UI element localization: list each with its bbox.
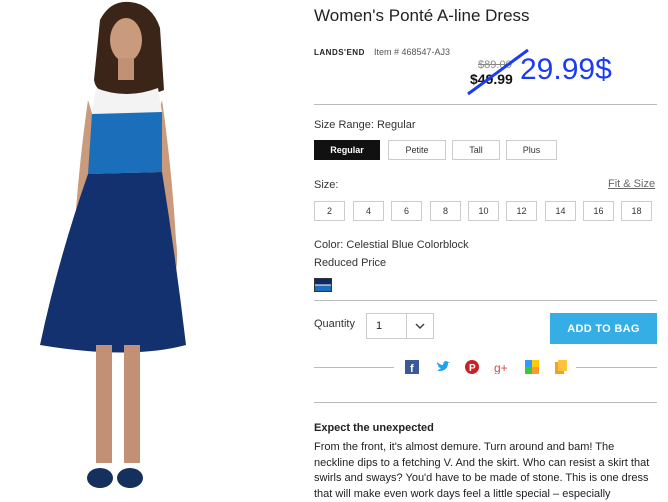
svg-text:P: P	[469, 363, 476, 374]
facebook-icon[interactable]: f	[405, 360, 419, 374]
svg-text:f: f	[410, 363, 414, 374]
twitter-icon[interactable]	[436, 360, 450, 374]
description-text: From the front, it's almost demure. Turn…	[314, 441, 650, 500]
item-number: Item # 468547-AJ3	[374, 47, 451, 57]
size-18-button[interactable]: 18	[621, 201, 652, 221]
size-range-petite-button[interactable]: Petite	[388, 140, 446, 160]
size-14-button[interactable]: 14	[545, 201, 576, 221]
brand-logo: LANDS'END	[314, 48, 365, 57]
divider	[314, 104, 657, 105]
color-label: Color: Celestial Blue Colorblock	[314, 239, 469, 251]
size-4-button[interactable]: 4	[353, 201, 384, 221]
svg-text:g+: g+	[494, 361, 508, 374]
quantity-value: 1	[376, 320, 383, 332]
size-8-button[interactable]: 8	[430, 201, 461, 221]
reduced-price-note: Reduced Price	[314, 257, 387, 269]
size-range-regular-button[interactable]: Regular	[314, 140, 380, 160]
size-12-button[interactable]: 12	[506, 201, 537, 221]
add-to-bag-button[interactable]: ADD TO BAG	[550, 313, 657, 344]
bookmark-icon[interactable]	[554, 360, 568, 374]
size-10-button[interactable]: 10	[468, 201, 499, 221]
quantity-select[interactable]: 1	[366, 313, 434, 339]
color-swatch[interactable]	[314, 278, 332, 292]
divider	[314, 367, 394, 368]
share-bar: f P g+	[314, 357, 657, 379]
overlay-price: 29.99$	[520, 53, 612, 86]
divider	[314, 300, 657, 301]
delicious-icon[interactable]	[525, 360, 539, 374]
size-range-tall-button[interactable]: Tall	[452, 140, 500, 160]
size-label: Size:	[314, 179, 339, 191]
google-plus-icon[interactable]: g+	[494, 360, 508, 374]
size-range-label: Size Range: Regular	[314, 119, 416, 131]
product-details: Women's Ponté A-line Dress LANDS'END Ite…	[314, 0, 664, 500]
product-title: Women's Ponté A-line Dress	[314, 6, 530, 25]
size-16-button[interactable]: 16	[583, 201, 614, 221]
size-range-plus-button[interactable]: Plus	[506, 140, 557, 160]
divider	[314, 402, 657, 403]
quantity-label: Quantity	[314, 318, 355, 330]
size-6-button[interactable]: 6	[391, 201, 422, 221]
chevron-down-icon[interactable]	[406, 314, 433, 338]
size-2-button[interactable]: 2	[314, 201, 345, 221]
product-image[interactable]	[0, 0, 300, 495]
description-heading: Expect the unexpected	[314, 422, 434, 434]
fit-size-link[interactable]: Fit & Size	[608, 178, 655, 190]
divider	[576, 367, 657, 368]
pinterest-icon[interactable]: P	[465, 360, 479, 374]
